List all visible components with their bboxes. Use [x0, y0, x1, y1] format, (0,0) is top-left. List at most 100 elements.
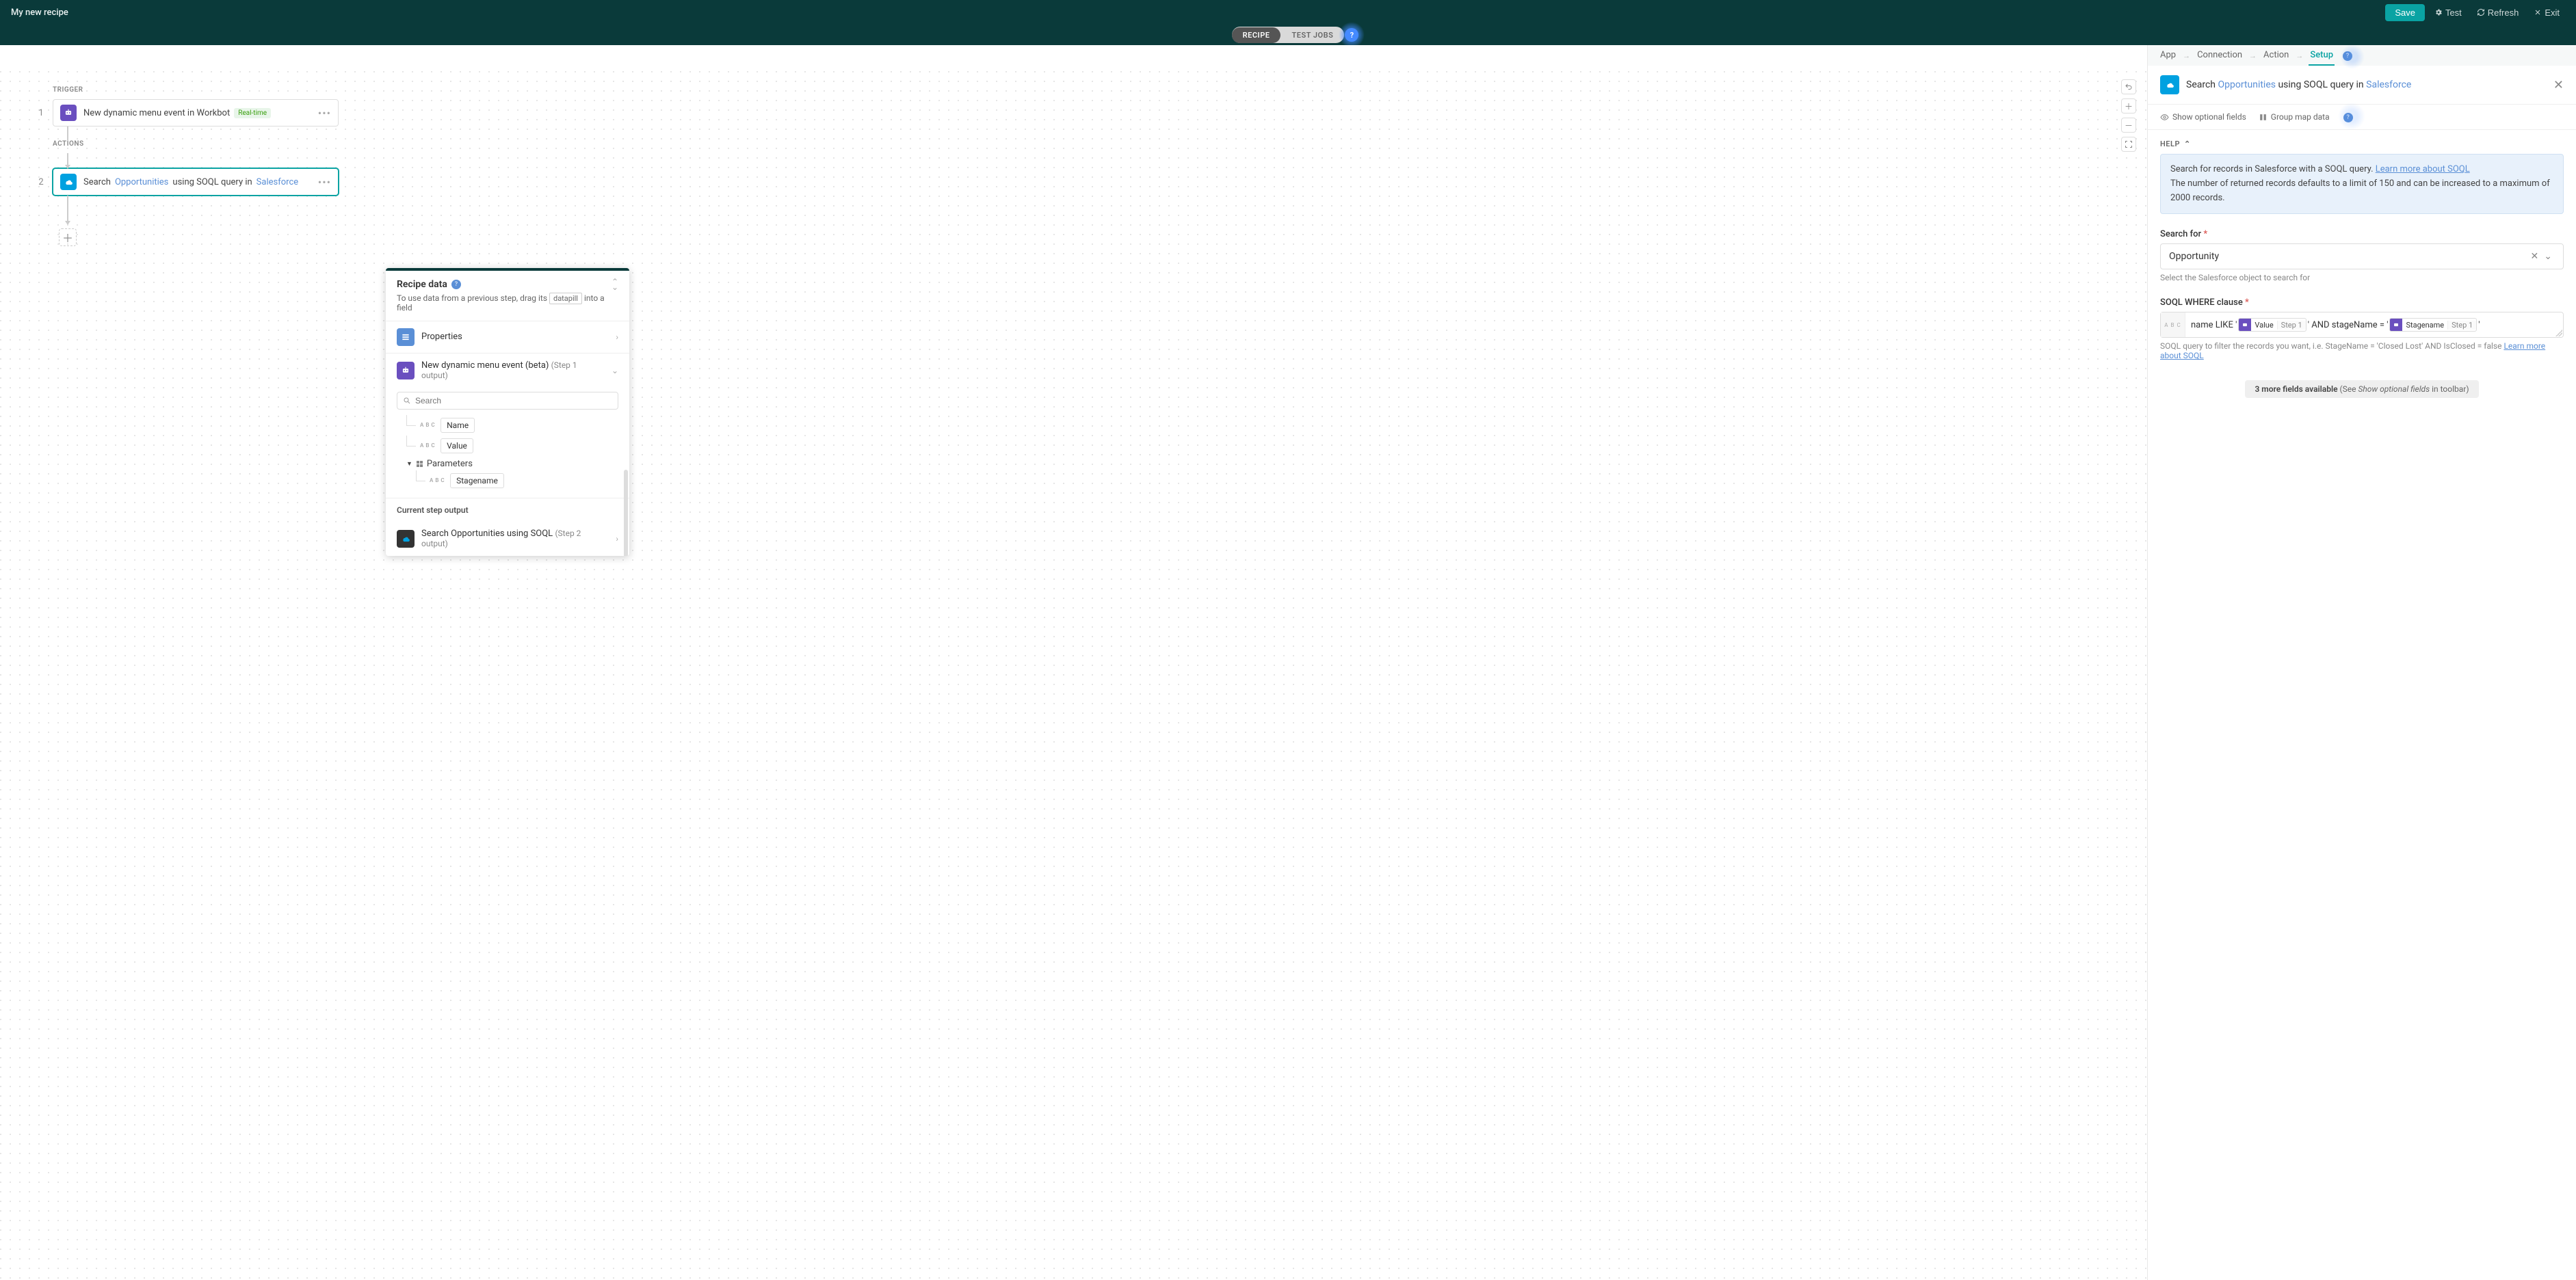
config-tabs: App → Connection → Action → Setup ?	[2148, 45, 2576, 66]
zoom-in-button[interactable]: ＋	[2121, 98, 2136, 114]
datapill-value[interactable]: A B C Value	[406, 436, 618, 456]
config-toolbar: Show optional fields Group map data ?	[2148, 105, 2576, 130]
config-panel: App → Connection → Action → Setup ? Sear…	[2147, 45, 2576, 1280]
recipe-data-panel: Recipe data ? ⌃⌄ To use data from a prev…	[386, 268, 629, 556]
salesforce-icon	[60, 174, 77, 190]
close-panel-button[interactable]: ✕	[2553, 78, 2564, 92]
chevron-down-icon: ⌄	[612, 366, 618, 375]
soql-text: name LIKE '	[2191, 320, 2237, 330]
current-step-output-heading: Current step output	[386, 498, 629, 522]
search-for-label: Search for *	[2160, 229, 2564, 239]
datapill-stagename-chip[interactable]: Stagename Step 1	[2389, 318, 2477, 332]
step2-more-button[interactable]: •••	[318, 176, 331, 189]
group-map-data-button[interactable]: Group map data	[2259, 112, 2330, 122]
action-step-card[interactable]: Search Opportunities using SOQL query in…	[53, 168, 339, 196]
caret-down-icon: ▼	[406, 460, 412, 468]
collapse-toggle[interactable]: ⌃⌄	[612, 279, 618, 291]
help-toggle[interactable]: HELP ⌃	[2160, 139, 2564, 148]
parameters-label: Parameters	[427, 459, 473, 469]
trigger-heading: TRIGGER	[53, 86, 339, 94]
tab-action[interactable]: Action	[2262, 45, 2290, 66]
soql-text: ' AND stageName = '	[2308, 320, 2389, 330]
soql-text: '	[2478, 320, 2480, 330]
type-abc-icon: A B C	[420, 422, 435, 428]
help-icon[interactable]: ?	[2343, 51, 2352, 61]
properties-icon	[397, 328, 415, 346]
gear-icon	[2434, 8, 2443, 16]
tab-connection[interactable]: Connection	[2196, 45, 2244, 66]
help-icon[interactable]: ?	[2343, 113, 2353, 122]
datapill-search-input[interactable]	[415, 396, 612, 405]
type-abc-icon: A B C	[2161, 312, 2185, 337]
fit-button[interactable]	[2121, 137, 2136, 152]
clear-button[interactable]: ✕	[2528, 251, 2542, 262]
event-name: New dynamic menu event (beta)	[421, 360, 549, 371]
step2-mid: using SOQL query in	[172, 177, 252, 187]
chevron-right-icon: ›	[616, 332, 618, 342]
properties-label: Properties	[421, 332, 609, 342]
grid-icon	[417, 461, 423, 467]
eye-icon	[2160, 113, 2169, 122]
datapill-stagename[interactable]: A B C Stagename	[416, 470, 618, 491]
recipe-title: My new recipe	[11, 8, 68, 18]
canvas[interactable]: ＋ － TRIGGER 1 New dynamic menu event in …	[0, 45, 2147, 1280]
tab-row: RECIPE TEST JOBS ?	[0, 25, 2576, 45]
step1-text: New dynamic menu event in Workbot	[83, 108, 230, 118]
datapill-search-box[interactable]	[397, 392, 618, 410]
datapill-value-chip[interactable]: Value Step 1	[2238, 318, 2306, 332]
zoom-out-button[interactable]: －	[2121, 118, 2136, 133]
config-header: Search Opportunities using SOQL query in…	[2148, 66, 2576, 105]
tab-setup[interactable]: Setup	[2309, 45, 2335, 66]
soql-input[interactable]: A B C name LIKE ' Value Step 1 ' AND sta…	[2160, 312, 2564, 338]
refresh-icon	[2477, 8, 2485, 16]
output-name: Search Opportunities using SOQL	[421, 529, 553, 539]
step-number-2: 2	[38, 177, 44, 187]
trigger-step-card[interactable]: New dynamic menu event in WorkbotReal-ti…	[53, 99, 339, 126]
step2-app: Salesforce	[257, 177, 298, 187]
help-beacon[interactable]: ?	[1339, 22, 1365, 48]
tab-test-jobs[interactable]: TEST JOBS	[1280, 27, 1344, 43]
tab-app[interactable]: App	[2159, 45, 2177, 66]
search-for-hint: Select the Salesforce object to search f…	[2160, 273, 2564, 282]
scrollbar[interactable]	[624, 470, 628, 556]
undo-button[interactable]	[2121, 79, 2136, 94]
exit-button[interactable]: Exit	[2528, 5, 2565, 21]
recipe-data-title: Recipe data	[397, 279, 447, 290]
save-button[interactable]: Save	[2385, 4, 2425, 21]
help-box: Search for records in Salesforce with a …	[2160, 154, 2564, 214]
step1-more-button[interactable]: •••	[318, 107, 331, 120]
add-step-button[interactable]: ＋	[59, 228, 77, 246]
parameters-row[interactable]: ▼ Parameters	[406, 456, 618, 470]
fit-icon	[2125, 140, 2133, 148]
chevron-down-icon[interactable]: ⌄	[2541, 251, 2555, 262]
properties-row[interactable]: Properties ›	[386, 321, 629, 353]
learn-more-link[interactable]: Learn more about SOQL	[2376, 164, 2470, 174]
chevron-right-icon: ›	[616, 534, 618, 544]
type-abc-icon: A B C	[420, 442, 435, 449]
search-for-select[interactable]: Opportunity ✕ ⌄	[2160, 243, 2564, 269]
pill-tabs: RECIPE TEST JOBS ?	[1232, 27, 1345, 43]
workbot-icon	[60, 105, 77, 121]
refresh-button[interactable]: Refresh	[2471, 5, 2525, 21]
resize-handle[interactable]	[2555, 330, 2562, 336]
search-icon	[403, 397, 411, 405]
soql-label: SOQL WHERE clause *	[2160, 297, 2564, 308]
workbot-icon	[2239, 319, 2251, 331]
arrow-icon: →	[2183, 51, 2190, 60]
more-fields-notice: 3 more fields available (See Show option…	[2160, 379, 2564, 398]
step2-obj: Opportunities	[115, 177, 168, 187]
step2-output-row[interactable]: Search Opportunities using SOQL (Step 2 …	[386, 522, 629, 556]
workbot-icon	[397, 362, 415, 379]
show-optional-fields-button[interactable]: Show optional fields	[2160, 112, 2246, 122]
test-button[interactable]: Test	[2429, 5, 2467, 21]
workbot-icon	[2390, 319, 2402, 331]
arrow-icon: →	[2296, 51, 2303, 60]
soql-hint: SOQL query to filter the records you wan…	[2160, 341, 2564, 360]
close-icon	[2534, 8, 2542, 16]
tab-recipe[interactable]: RECIPE	[1232, 27, 1281, 43]
datapill-name[interactable]: A B C Name	[406, 415, 618, 436]
actions-heading: ACTIONS	[53, 140, 339, 148]
help-icon[interactable]: ?	[451, 280, 461, 289]
search-for-value: Opportunity	[2169, 251, 2528, 262]
step1-output-row[interactable]: New dynamic menu event (beta) (Step 1 ou…	[386, 354, 629, 388]
